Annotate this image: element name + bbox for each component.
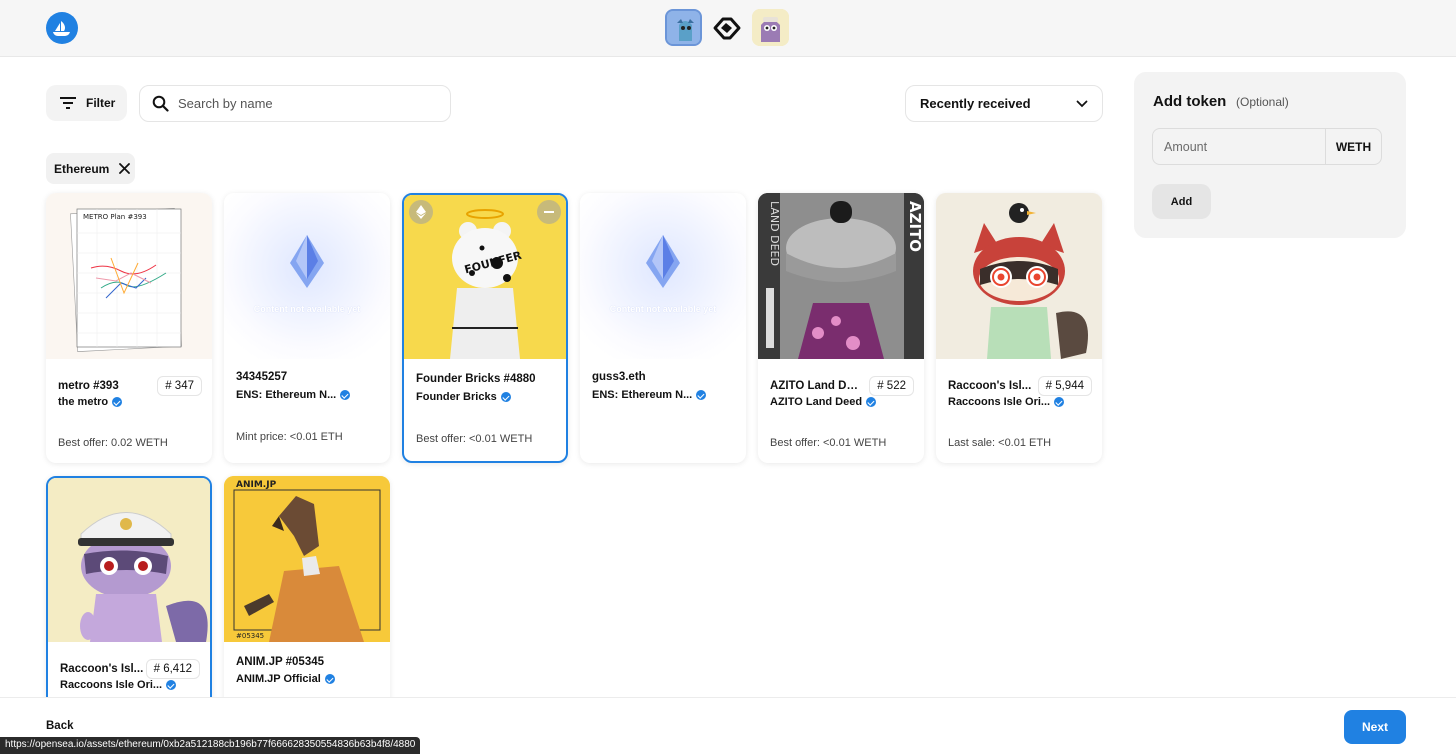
- price-info: Best offer: 0.02 WETH: [58, 437, 168, 449]
- verified-badge-icon: [1054, 397, 1065, 407]
- verified-badge-icon: [112, 397, 123, 407]
- panel-title: Add token: [1153, 93, 1227, 110]
- collection-name: AZITO Land Deed: [770, 396, 863, 408]
- remove-icon[interactable]: [537, 200, 561, 224]
- nft-image: Content not available yet: [224, 193, 390, 359]
- collection-name: ANIM.JP Official: [236, 673, 321, 685]
- collection-name: ENS: Ethereum N...: [236, 389, 337, 401]
- verified-badge-icon: [500, 392, 511, 402]
- nft-image: [48, 478, 210, 642]
- nft-card[interactable]: Raccoon's Isl... # 5,944 Raccoons Isle O…: [936, 193, 1102, 463]
- collection-name: the metro: [58, 396, 109, 408]
- search-box: [139, 85, 451, 122]
- add-token-panel: Add token (Optional) WETH Add: [1134, 72, 1406, 238]
- chip-label: Ethereum: [54, 161, 110, 176]
- search-icon: [152, 95, 169, 112]
- collection-name: Founder Bricks: [416, 391, 497, 403]
- amount-input[interactable]: [1153, 129, 1325, 164]
- top-bar: [0, 0, 1456, 57]
- verified-badge-icon: [866, 397, 877, 407]
- nft-image: METRO Plan #393: [46, 193, 212, 359]
- price-info: Last sale: <0.01 ETH: [948, 437, 1052, 449]
- token-number-badge: # 347: [157, 376, 202, 396]
- nft-name: Raccoon's Isl...: [948, 380, 1032, 392]
- nft-name: Founder Bricks #4880: [416, 373, 536, 385]
- ethereum-icon: [409, 200, 433, 224]
- token-number-badge: # 522: [869, 376, 914, 396]
- sort-dropdown[interactable]: Recently received: [905, 85, 1103, 122]
- nft-image: ANIM.JP #05345: [224, 476, 390, 642]
- nft-image: LAND DEED AZITO: [758, 193, 924, 359]
- next-button[interactable]: Next: [1344, 710, 1406, 744]
- sort-label: Recently received: [920, 96, 1031, 111]
- token-number-badge: # 5,944: [1037, 376, 1092, 396]
- opensea-logo-icon[interactable]: [46, 12, 78, 44]
- currency-selector[interactable]: WETH: [1325, 129, 1381, 164]
- nft-card[interactable]: METRO Plan #393 metro #393 # 347 the met…: [46, 193, 212, 463]
- price-info: Best offer: <0.01 WETH: [770, 437, 887, 449]
- content-unavailable-text: Content not available yet: [253, 304, 361, 314]
- svg-text:METRO Plan #393: METRO Plan #393: [83, 213, 147, 221]
- nft-name: guss3.eth: [592, 371, 646, 383]
- collection-name: ENS: Ethereum N...: [592, 389, 693, 401]
- filter-label: Filter: [86, 96, 116, 110]
- collection-name: Raccoons Isle Ori...: [60, 679, 163, 691]
- nft-name: Raccoon's Isl...: [60, 663, 144, 675]
- handshake-icon: [712, 13, 742, 43]
- price-info: Best offer: <0.01 WETH: [416, 433, 533, 445]
- content-unavailable-text: Content not available yet: [609, 304, 717, 314]
- token-number-badge: # 6,412: [145, 659, 200, 679]
- nft-card[interactable]: Content not available yet guss3.eth ENS:…: [580, 193, 746, 463]
- nft-card[interactable]: LAND DEED AZITO AZITO Land De... # 522 A…: [758, 193, 924, 463]
- filter-button[interactable]: Filter: [46, 85, 127, 121]
- counterparty-avatar-icon: [752, 9, 789, 46]
- nft-image: FOUNFER: [404, 195, 566, 359]
- back-button[interactable]: Back: [46, 720, 74, 732]
- price-info: Mint price: <0.01 ETH: [236, 431, 343, 443]
- nft-card-selected[interactable]: FOUNFER Founder Bricks #4880 Founder Bri…: [402, 193, 568, 463]
- user-avatar-icon: [665, 9, 702, 46]
- svg-text:LAND DEED: LAND DEED: [768, 201, 781, 266]
- nft-name: ANIM.JP #05345: [236, 656, 325, 668]
- nft-card[interactable]: Content not available yet 34345257 ENS: …: [224, 193, 390, 463]
- svg-text:AZITO: AZITO: [906, 201, 924, 252]
- close-icon[interactable]: [119, 163, 131, 174]
- filter-chip-ethereum: Ethereum: [46, 153, 135, 184]
- optional-label: (Optional): [1236, 95, 1289, 109]
- verified-badge-icon: [340, 390, 351, 400]
- verified-badge-icon: [696, 390, 707, 400]
- amount-field: WETH: [1152, 128, 1382, 165]
- nft-name: AZITO Land De...: [770, 380, 860, 392]
- nft-image: Content not available yet: [580, 193, 746, 359]
- nft-name: metro #393: [58, 380, 119, 392]
- svg-text:ANIM.JP: ANIM.JP: [236, 480, 277, 490]
- search-input[interactable]: [178, 96, 418, 111]
- status-url-bar: https://opensea.io/assets/ethereum/0xb2a…: [0, 737, 421, 754]
- collection-name: Raccoons Isle Ori...: [948, 396, 1051, 408]
- filter-icon: [60, 97, 76, 109]
- nft-name: 34345257: [236, 371, 288, 383]
- nft-image: [936, 193, 1102, 359]
- verified-badge-icon: [324, 674, 335, 684]
- chevron-down-icon: [1076, 100, 1088, 107]
- verified-badge-icon: [166, 680, 177, 690]
- add-token-button[interactable]: Add: [1152, 184, 1211, 219]
- svg-text:#05345: #05345: [236, 632, 264, 640]
